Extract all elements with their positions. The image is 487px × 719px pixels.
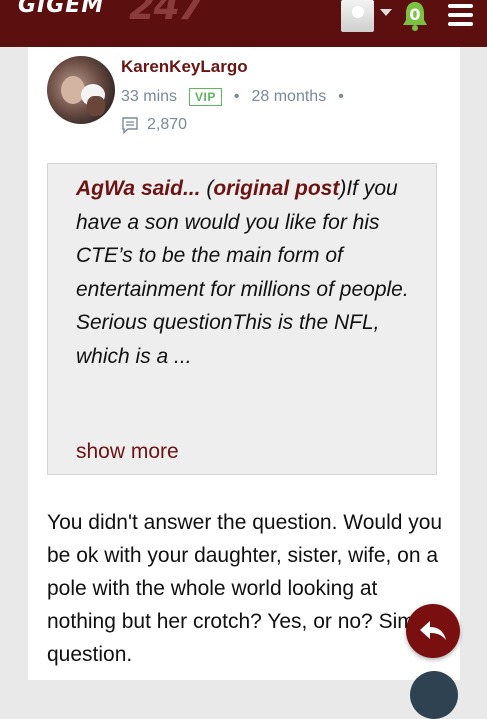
quote-body: If you have a son would you like for his… xyxy=(76,177,409,368)
avatar[interactable] xyxy=(47,56,115,124)
post-count: 2,870 xyxy=(147,116,188,133)
logo-text: GIGEM xyxy=(18,0,105,18)
message-icon xyxy=(122,117,138,134)
separator-dot: • xyxy=(233,88,240,105)
quote-author: AgWa said... xyxy=(76,177,201,200)
original-post-link[interactable]: original post xyxy=(213,177,339,200)
notification-count: 0 xyxy=(409,5,421,24)
quote-text: AgWa said... (original post)If you have … xyxy=(76,172,422,373)
post-time[interactable]: 33 mins xyxy=(121,88,177,106)
separator-dot: • xyxy=(338,88,344,105)
default-avatar-icon xyxy=(352,6,364,18)
post-body: You didn't answer the question. Would yo… xyxy=(47,511,443,666)
logo-number: 247 xyxy=(129,0,204,28)
reply-icon xyxy=(420,621,446,640)
vip-badge: VIP xyxy=(189,88,222,106)
reply-button[interactable] xyxy=(406,604,460,658)
hamburger-menu-icon[interactable] xyxy=(448,4,473,26)
chevron-down-icon[interactable] xyxy=(380,9,392,16)
paren-open: ( xyxy=(200,177,214,200)
post-username[interactable]: KarenKeyLargo xyxy=(121,56,248,78)
scroll-top-button[interactable] xyxy=(410,671,458,719)
member-tenure: 28 months xyxy=(251,88,327,105)
post-count-row: 2,870 xyxy=(121,113,187,137)
user-avatar-menu[interactable] xyxy=(341,0,374,32)
show-more-link[interactable]: show more xyxy=(76,437,179,467)
site-header: GIGEM 247 0 xyxy=(0,0,487,47)
post-meta: 33 mins VIP • 28 months • xyxy=(121,86,356,108)
site-logo[interactable]: GIGEM 247 xyxy=(18,0,204,26)
quote-block: AgWa said... (original post)If you have … xyxy=(47,163,437,475)
